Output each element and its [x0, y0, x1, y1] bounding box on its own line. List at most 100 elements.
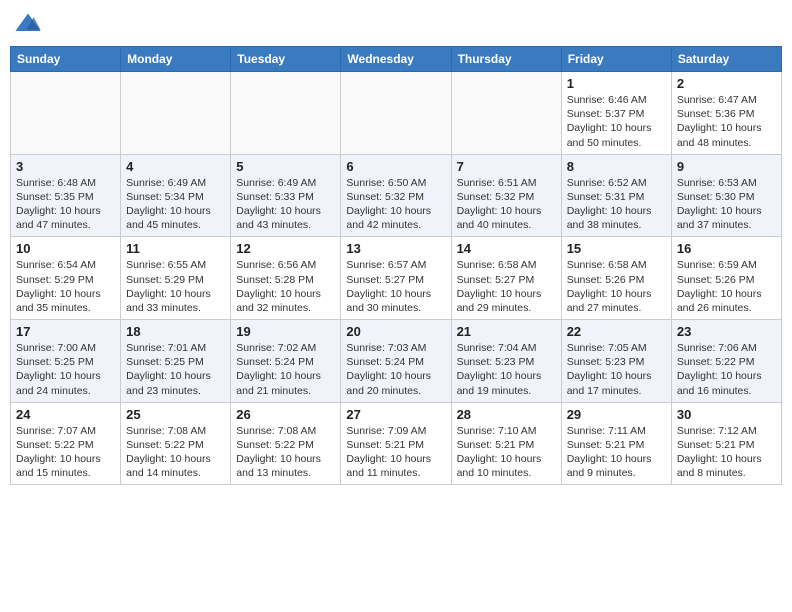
day-info: Sunrise: 6:53 AM Sunset: 5:30 PM Dayligh…: [677, 176, 776, 233]
day-number: 12: [236, 241, 335, 256]
day-info: Sunrise: 6:59 AM Sunset: 5:26 PM Dayligh…: [677, 258, 776, 315]
calendar-week-row: 1 Sunrise: 6:46 AM Sunset: 5:37 PM Daylig…: [11, 72, 782, 155]
day-info: Sunrise: 6:54 AM Sunset: 5:29 PM Dayligh…: [16, 258, 115, 315]
calendar-cell: 24 Sunrise: 7:07 AM Sunset: 5:22 PM Dayli…: [11, 402, 121, 485]
calendar-week-row: 17Sunrise: 7:00 AM Sunset: 5:25 PM Dayli…: [11, 320, 782, 403]
calendar-cell: 12Sunrise: 6:56 AM Sunset: 5:28 PM Dayli…: [231, 237, 341, 320]
day-number: 3: [16, 159, 115, 174]
day-info: Sunrise: 6:57 AM Sunset: 5:27 PM Dayligh…: [346, 258, 445, 315]
day-number: 25: [126, 407, 225, 422]
calendar-cell: [11, 72, 121, 155]
day-info: Sunrise: 6:49 AM Sunset: 5:33 PM Dayligh…: [236, 176, 335, 233]
day-info: Sunrise: 7:12 AM Sunset: 5:21 PM Dayligh…: [677, 424, 776, 481]
calendar-cell: 19Sunrise: 7:02 AM Sunset: 5:24 PM Dayli…: [231, 320, 341, 403]
calendar-cell: [121, 72, 231, 155]
calendar-cell: 15Sunrise: 6:58 AM Sunset: 5:26 PM Dayli…: [561, 237, 671, 320]
day-number: 24: [16, 407, 115, 422]
day-number: 8: [567, 159, 666, 174]
logo-icon: [14, 10, 42, 38]
day-info: Sunrise: 7:08 AM Sunset: 5:22 PM Dayligh…: [236, 424, 335, 481]
day-number: 27: [346, 407, 445, 422]
day-number: 30: [677, 407, 776, 422]
day-info: Sunrise: 7:06 AM Sunset: 5:22 PM Dayligh…: [677, 341, 776, 398]
calendar-week-row: 10 Sunrise: 6:54 AM Sunset: 5:29 PM Dayli…: [11, 237, 782, 320]
column-header-wednesday: Wednesday: [341, 47, 451, 72]
day-info: Sunrise: 6:47 AM Sunset: 5:36 PM Dayligh…: [677, 93, 776, 150]
day-info: Sunrise: 7:00 AM Sunset: 5:25 PM Dayligh…: [16, 341, 115, 398]
day-info: Sunrise: 7:08 AM Sunset: 5:22 PM Dayligh…: [126, 424, 225, 481]
day-number: 1: [567, 76, 666, 91]
calendar-cell: 1 Sunrise: 6:46 AM Sunset: 5:37 PM Daylig…: [561, 72, 671, 155]
calendar-cell: 17Sunrise: 7:00 AM Sunset: 5:25 PM Dayli…: [11, 320, 121, 403]
day-number: 20: [346, 324, 445, 339]
day-number: 13: [346, 241, 445, 256]
calendar-cell: 9 Sunrise: 6:53 AM Sunset: 5:30 PM Daylig…: [671, 154, 781, 237]
calendar-cell: 6 Sunrise: 6:50 AM Sunset: 5:32 PM Daylig…: [341, 154, 451, 237]
column-header-thursday: Thursday: [451, 47, 561, 72]
calendar-cell: 13 Sunrise: 6:57 AM Sunset: 5:27 PM Dayli…: [341, 237, 451, 320]
day-info: Sunrise: 6:51 AM Sunset: 5:32 PM Dayligh…: [457, 176, 556, 233]
logo: [14, 10, 44, 38]
day-info: Sunrise: 6:48 AM Sunset: 5:35 PM Dayligh…: [16, 176, 115, 233]
day-number: 29: [567, 407, 666, 422]
calendar-cell: 26 Sunrise: 7:08 AM Sunset: 5:22 PM Dayli…: [231, 402, 341, 485]
calendar-cell: 25 Sunrise: 7:08 AM Sunset: 5:22 PM Dayli…: [121, 402, 231, 485]
calendar-header-row: SundayMondayTuesdayWednesdayThursdayFrid…: [11, 47, 782, 72]
calendar-cell: 7 Sunrise: 6:51 AM Sunset: 5:32 PM Daylig…: [451, 154, 561, 237]
calendar-cell: 8 Sunrise: 6:52 AM Sunset: 5:31 PM Daylig…: [561, 154, 671, 237]
page-header: [10, 10, 782, 38]
calendar-cell: [341, 72, 451, 155]
day-info: Sunrise: 6:46 AM Sunset: 5:37 PM Dayligh…: [567, 93, 666, 150]
day-number: 18: [126, 324, 225, 339]
calendar-cell: 11 Sunrise: 6:55 AM Sunset: 5:29 PM Dayli…: [121, 237, 231, 320]
calendar-table: SundayMondayTuesdayWednesdayThursdayFrid…: [10, 46, 782, 485]
day-info: Sunrise: 6:55 AM Sunset: 5:29 PM Dayligh…: [126, 258, 225, 315]
day-number: 4: [126, 159, 225, 174]
day-info: Sunrise: 7:07 AM Sunset: 5:22 PM Dayligh…: [16, 424, 115, 481]
calendar-cell: 16 Sunrise: 6:59 AM Sunset: 5:26 PM Dayli…: [671, 237, 781, 320]
calendar-cell: 20 Sunrise: 7:03 AM Sunset: 5:24 PM Dayli…: [341, 320, 451, 403]
calendar-cell: [451, 72, 561, 155]
column-header-monday: Monday: [121, 47, 231, 72]
calendar-cell: 2Sunrise: 6:47 AM Sunset: 5:36 PM Daylig…: [671, 72, 781, 155]
day-info: Sunrise: 7:11 AM Sunset: 5:21 PM Dayligh…: [567, 424, 666, 481]
day-info: Sunrise: 7:05 AM Sunset: 5:23 PM Dayligh…: [567, 341, 666, 398]
day-number: 14: [457, 241, 556, 256]
day-info: Sunrise: 6:49 AM Sunset: 5:34 PM Dayligh…: [126, 176, 225, 233]
day-number: 5: [236, 159, 335, 174]
calendar-cell: 5 Sunrise: 6:49 AM Sunset: 5:33 PM Daylig…: [231, 154, 341, 237]
day-info: Sunrise: 6:50 AM Sunset: 5:32 PM Dayligh…: [346, 176, 445, 233]
calendar-cell: 4 Sunrise: 6:49 AM Sunset: 5:34 PM Daylig…: [121, 154, 231, 237]
day-number: 23: [677, 324, 776, 339]
day-number: 26: [236, 407, 335, 422]
day-number: 22: [567, 324, 666, 339]
column-header-tuesday: Tuesday: [231, 47, 341, 72]
day-number: 21: [457, 324, 556, 339]
day-number: 11: [126, 241, 225, 256]
day-number: 16: [677, 241, 776, 256]
day-info: Sunrise: 7:01 AM Sunset: 5:25 PM Dayligh…: [126, 341, 225, 398]
calendar-cell: 18 Sunrise: 7:01 AM Sunset: 5:25 PM Dayli…: [121, 320, 231, 403]
day-number: 9: [677, 159, 776, 174]
calendar-cell: [231, 72, 341, 155]
day-info: Sunrise: 7:09 AM Sunset: 5:21 PM Dayligh…: [346, 424, 445, 481]
calendar-cell: 22 Sunrise: 7:05 AM Sunset: 5:23 PM Dayli…: [561, 320, 671, 403]
day-number: 28: [457, 407, 556, 422]
calendar-cell: 3 Sunrise: 6:48 AM Sunset: 5:35 PM Daylig…: [11, 154, 121, 237]
calendar-cell: 14Sunrise: 6:58 AM Sunset: 5:27 PM Dayli…: [451, 237, 561, 320]
day-number: 10: [16, 241, 115, 256]
calendar-cell: 21 Sunrise: 7:04 AM Sunset: 5:23 PM Dayli…: [451, 320, 561, 403]
day-number: 19: [236, 324, 335, 339]
day-info: Sunrise: 6:52 AM Sunset: 5:31 PM Dayligh…: [567, 176, 666, 233]
day-number: 7: [457, 159, 556, 174]
column-header-friday: Friday: [561, 47, 671, 72]
calendar-cell: 23 Sunrise: 7:06 AM Sunset: 5:22 PM Dayli…: [671, 320, 781, 403]
calendar-cell: 30 Sunrise: 7:12 AM Sunset: 5:21 PM Dayli…: [671, 402, 781, 485]
day-number: 6: [346, 159, 445, 174]
day-info: Sunrise: 7:04 AM Sunset: 5:23 PM Dayligh…: [457, 341, 556, 398]
day-info: Sunrise: 7:03 AM Sunset: 5:24 PM Dayligh…: [346, 341, 445, 398]
calendar-cell: 28Sunrise: 7:10 AM Sunset: 5:21 PM Dayli…: [451, 402, 561, 485]
day-info: Sunrise: 6:58 AM Sunset: 5:26 PM Dayligh…: [567, 258, 666, 315]
calendar-week-row: 24 Sunrise: 7:07 AM Sunset: 5:22 PM Dayli…: [11, 402, 782, 485]
column-header-sunday: Sunday: [11, 47, 121, 72]
